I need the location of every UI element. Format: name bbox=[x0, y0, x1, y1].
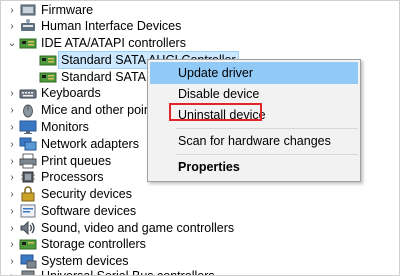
context-menu: Update driver Disable device Uninstall d… bbox=[147, 59, 361, 182]
firmware-icon bbox=[19, 2, 37, 18]
expand-chevron-icon[interactable]: › bbox=[7, 135, 17, 153]
uninstall-device-menu-item[interactable]: Uninstall device bbox=[150, 104, 358, 126]
processor-icon bbox=[19, 169, 37, 185]
printer-icon bbox=[19, 153, 37, 169]
tree-item-label: Keyboards bbox=[41, 86, 101, 100]
expand-chevron-icon[interactable]: › bbox=[7, 235, 17, 253]
tree-item-label: Network adapters bbox=[41, 137, 139, 151]
tree-item-label: Monitors bbox=[41, 120, 89, 134]
expand-chevron-icon[interactable]: › bbox=[7, 267, 17, 276]
tree-item-label: Storage controllers bbox=[41, 237, 146, 251]
software-device-icon bbox=[19, 203, 37, 219]
sound-icon bbox=[19, 220, 37, 236]
tree-item-label: Print queues bbox=[41, 154, 112, 168]
tree-item-label: Security devices bbox=[41, 187, 133, 201]
expand-chevron-icon[interactable]: › bbox=[7, 202, 17, 220]
tree-item-label: Processors bbox=[41, 170, 104, 184]
network-adapter-icon bbox=[19, 136, 37, 152]
collapse-chevron-icon[interactable]: ⌄ bbox=[7, 34, 17, 52]
tree-item-label: IDE ATA/ATAPI controllers bbox=[41, 36, 186, 50]
tree-item-security-devices[interactable]: › Security devices bbox=[1, 185, 399, 203]
tree-item-label: Software devices bbox=[41, 204, 137, 218]
hid-icon bbox=[19, 18, 37, 34]
tree-item-software-devices[interactable]: › Software devices bbox=[1, 202, 399, 220]
disable-device-menu-item[interactable]: Disable device bbox=[150, 83, 358, 105]
tree-item-label: Firmware bbox=[41, 3, 94, 17]
tree-item-storage-controllers[interactable]: › Storage controllers bbox=[1, 235, 399, 253]
scan-hardware-changes-menu-item[interactable]: Scan for hardware changes bbox=[150, 130, 358, 152]
device-manager-tree: › Firmware › Human Interface Devices ⌄ I… bbox=[0, 0, 400, 276]
tree-item-usb-controllers[interactable]: › Universal Serial Bus controllers bbox=[1, 267, 399, 276]
security-device-icon bbox=[19, 186, 37, 202]
expand-chevron-icon[interactable]: › bbox=[7, 101, 17, 119]
menu-separator bbox=[176, 128, 358, 129]
expand-chevron-icon[interactable]: › bbox=[7, 118, 17, 136]
tree-item-human-interface-devices[interactable]: › Human Interface Devices bbox=[1, 17, 399, 35]
mouse-icon bbox=[19, 102, 37, 118]
monitor-icon bbox=[19, 119, 37, 135]
sata-controller-icon bbox=[39, 69, 57, 85]
expand-chevron-icon[interactable]: › bbox=[7, 17, 17, 35]
expand-chevron-icon[interactable]: › bbox=[7, 185, 17, 203]
menu-separator bbox=[176, 154, 358, 155]
tree-item-label: Human Interface Devices bbox=[41, 19, 182, 33]
tree-item-label: Universal Serial Bus controllers bbox=[41, 269, 215, 276]
expand-chevron-icon[interactable]: › bbox=[7, 168, 17, 186]
tree-item-label: Sound, video and game controllers bbox=[41, 221, 235, 235]
update-driver-menu-item[interactable]: Update driver bbox=[150, 62, 358, 84]
sata-controller-icon bbox=[39, 52, 57, 68]
keyboard-icon bbox=[19, 85, 37, 101]
expand-chevron-icon[interactable]: › bbox=[7, 84, 17, 102]
storage-controller-icon bbox=[19, 236, 37, 252]
ide-controller-icon bbox=[19, 35, 37, 51]
usb-icon bbox=[19, 268, 37, 275]
properties-menu-item[interactable]: Properties bbox=[150, 156, 358, 178]
tree-item-ide-ata-atapi-controllers[interactable]: ⌄ IDE ATA/ATAPI controllers bbox=[1, 34, 399, 52]
